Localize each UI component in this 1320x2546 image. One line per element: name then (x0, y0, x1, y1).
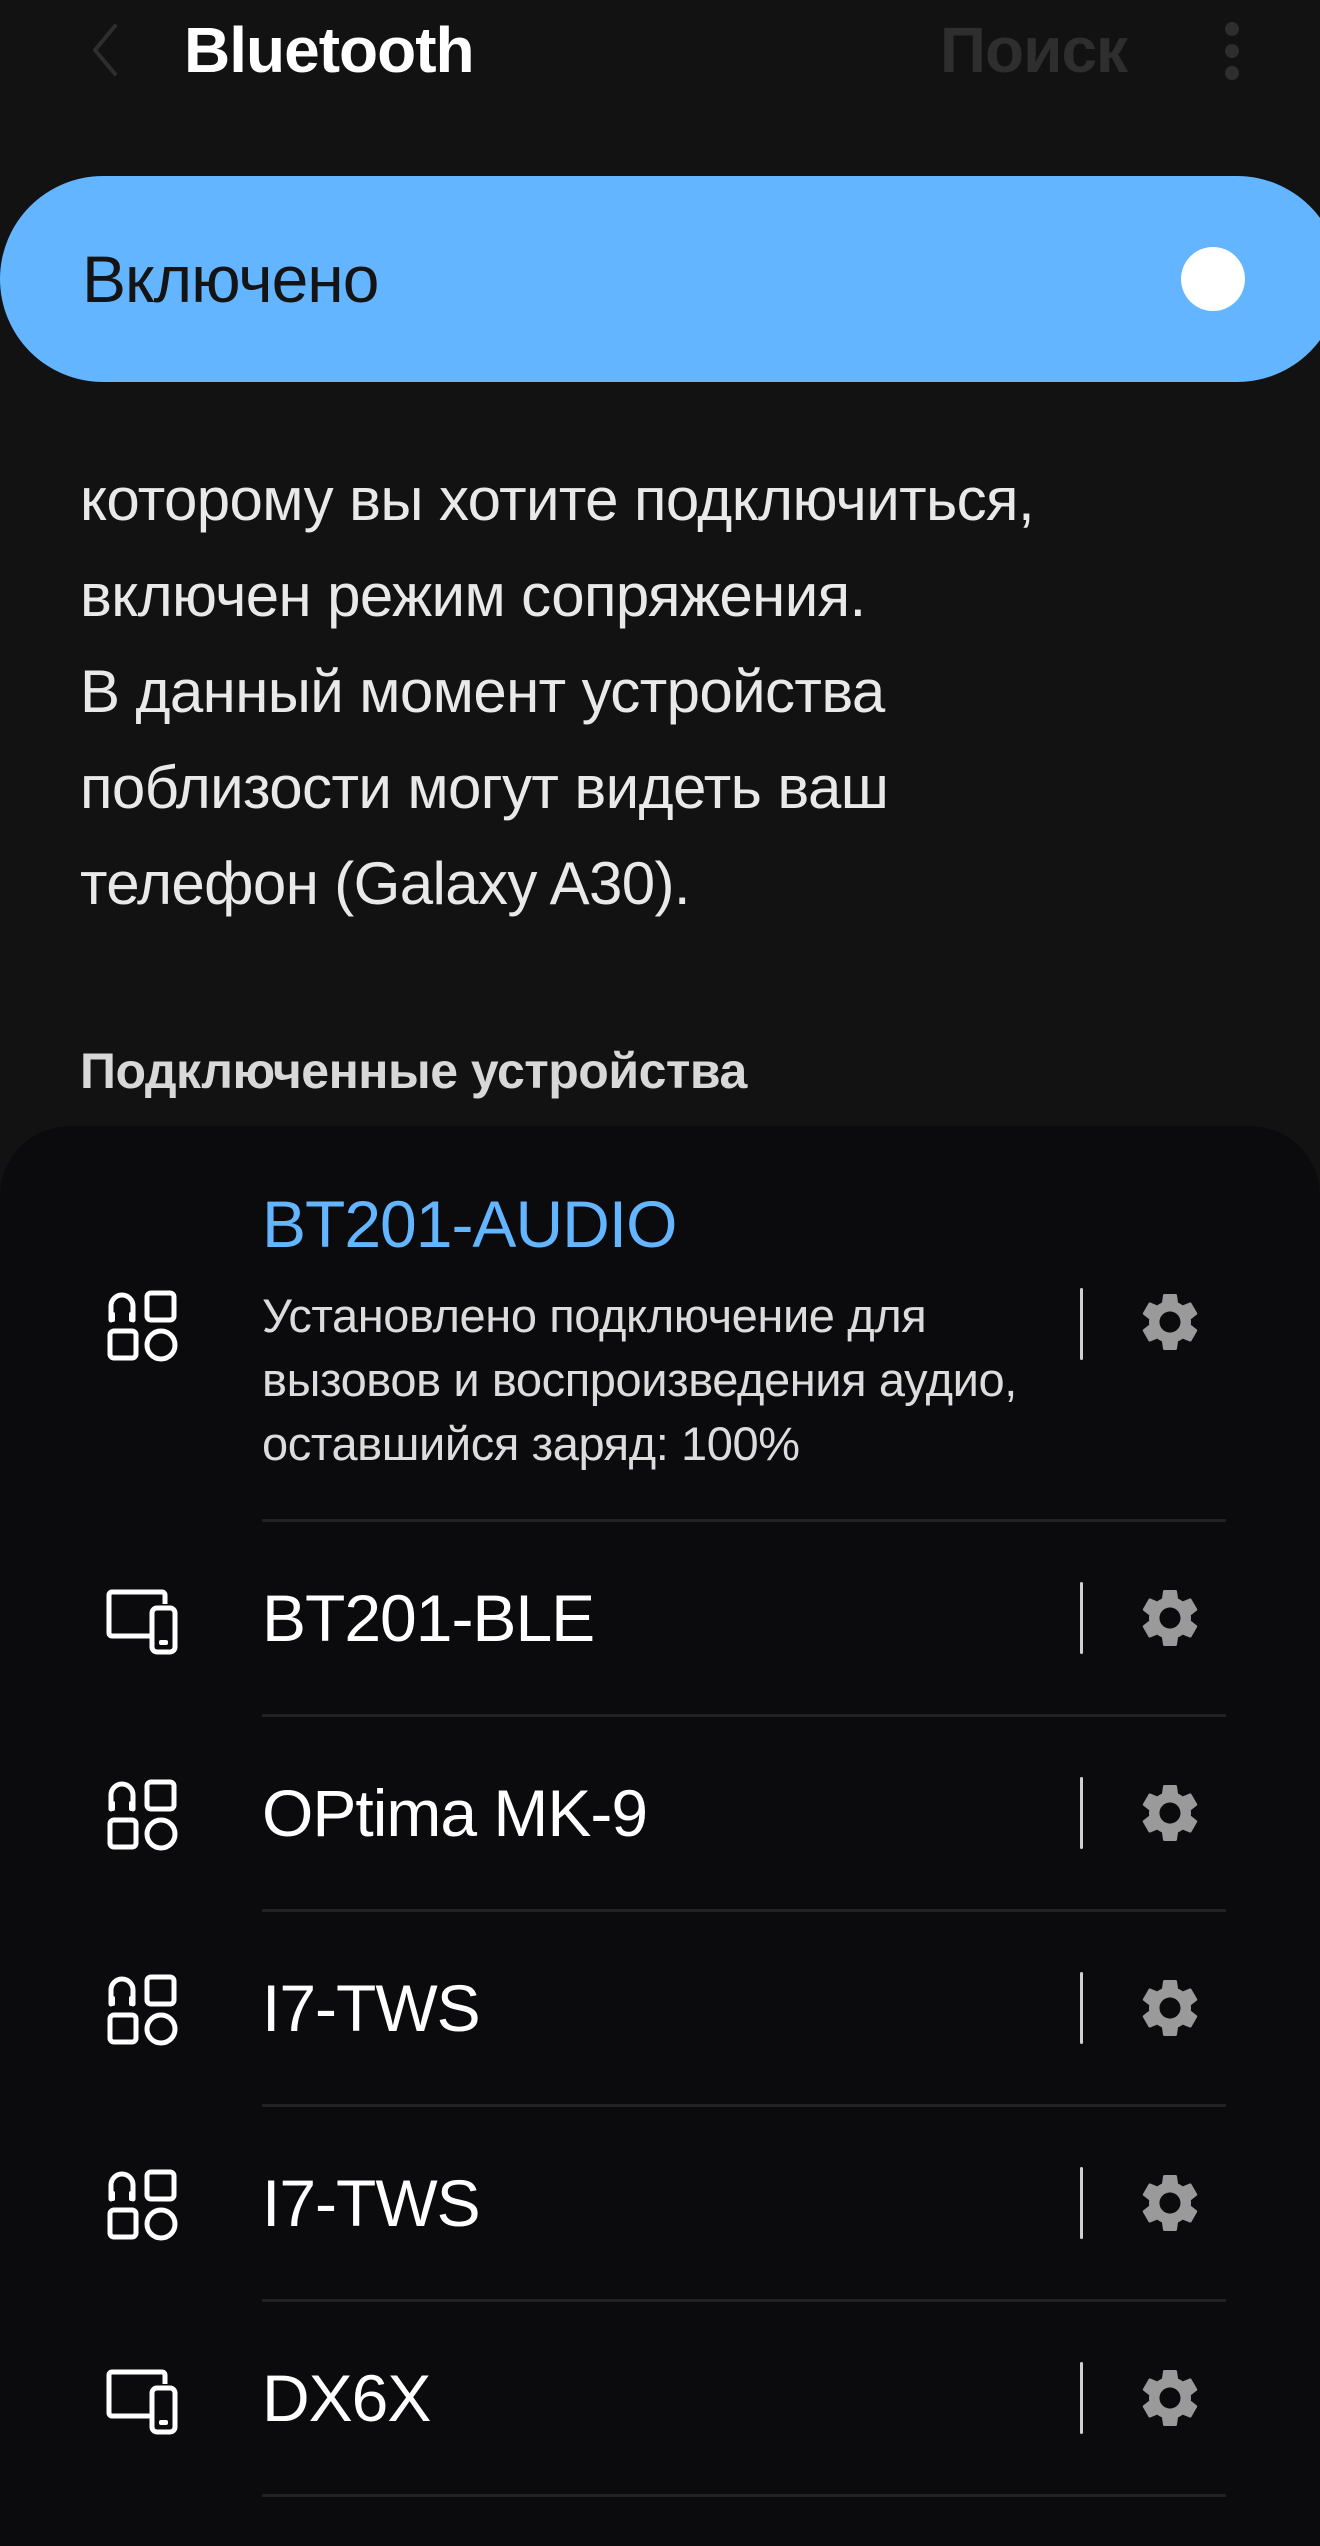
toggle-label: Включено (82, 242, 379, 316)
divider (1080, 1972, 1083, 2044)
device-settings-button[interactable] (1130, 1282, 1210, 1362)
device-settings-button[interactable] (1130, 2163, 1210, 2243)
device-settings-button[interactable] (1130, 1968, 1210, 2048)
description-line: поблизости могут видеть ваш (80, 754, 889, 821)
device-settings-button[interactable] (1130, 1578, 1210, 1658)
row-divider (262, 2494, 1226, 2497)
bluetooth-master-toggle[interactable]: Включено (0, 176, 1320, 382)
devices-icon (104, 1582, 180, 1658)
device-row[interactable]: BT201-AUDIO Установлено подключение для … (0, 1126, 1320, 1526)
device-name: BT201-AUDIO (262, 1187, 677, 1261)
divider (1080, 2167, 1083, 2239)
device-row[interactable]: BT201-BLE (0, 1522, 1320, 1716)
device-name: OPtima MK-9 (262, 1776, 648, 1850)
device-row[interactable]: OPtima MK-9 (0, 1717, 1320, 1911)
description-line: включен режим сопряжения. (80, 562, 866, 629)
device-name: I7-TWS (262, 2166, 481, 2240)
device-settings-button[interactable] (1130, 2358, 1210, 2438)
gear-icon (1142, 1294, 1198, 1350)
device-status: Установлено подключение для вызовов и во… (262, 1289, 1017, 1470)
device-name: I7-TWS (262, 1971, 481, 2045)
more-vert-icon (1225, 22, 1239, 36)
gear-icon (1142, 1785, 1198, 1841)
gear-icon (1142, 1980, 1198, 2036)
page-title: Bluetooth (184, 14, 475, 86)
audio-device-icon (104, 2167, 180, 2243)
device-settings-button[interactable] (1130, 1773, 1210, 1853)
description-line: которому вы хотите подключиться, (80, 466, 1035, 533)
app-bar: Bluetooth Поиск (0, 0, 1320, 110)
divider (1080, 1288, 1083, 1360)
device-row[interactable]: I7-TWS (0, 1912, 1320, 2106)
section-header-paired-devices: Подключенные устройства (80, 1043, 747, 1099)
more-options-button[interactable] (1212, 16, 1252, 86)
audio-device-icon (104, 1288, 180, 1364)
device-row[interactable]: DX6X (0, 2302, 1320, 2496)
paired-devices-list: BT201-AUDIO Установлено подключение для … (0, 1126, 1320, 2546)
search-button[interactable]: Поиск (940, 10, 1128, 90)
divider (1080, 1777, 1083, 1849)
toggle-switch-knob[interactable] (1181, 247, 1245, 311)
devices-icon (104, 2362, 180, 2438)
audio-device-icon (104, 1972, 180, 2048)
gear-icon (1142, 2175, 1198, 2231)
gear-icon (1142, 2370, 1198, 2426)
device-name: BT201-BLE (262, 1581, 595, 1655)
device-row[interactable]: I7-TWS (0, 2107, 1320, 2301)
chevron-left-icon (93, 24, 117, 76)
gear-icon (1142, 1590, 1198, 1646)
divider (1080, 2362, 1083, 2434)
bluetooth-description: которому вы хотите подключиться, включен… (80, 452, 1280, 932)
audio-device-icon (104, 1777, 180, 1853)
description-line: телефон (Galaxy A30). (80, 850, 691, 917)
divider (1080, 1582, 1083, 1654)
back-button[interactable] (76, 14, 132, 86)
description-line: В данный момент устройства (80, 658, 885, 725)
device-name: DX6X (262, 2361, 431, 2435)
